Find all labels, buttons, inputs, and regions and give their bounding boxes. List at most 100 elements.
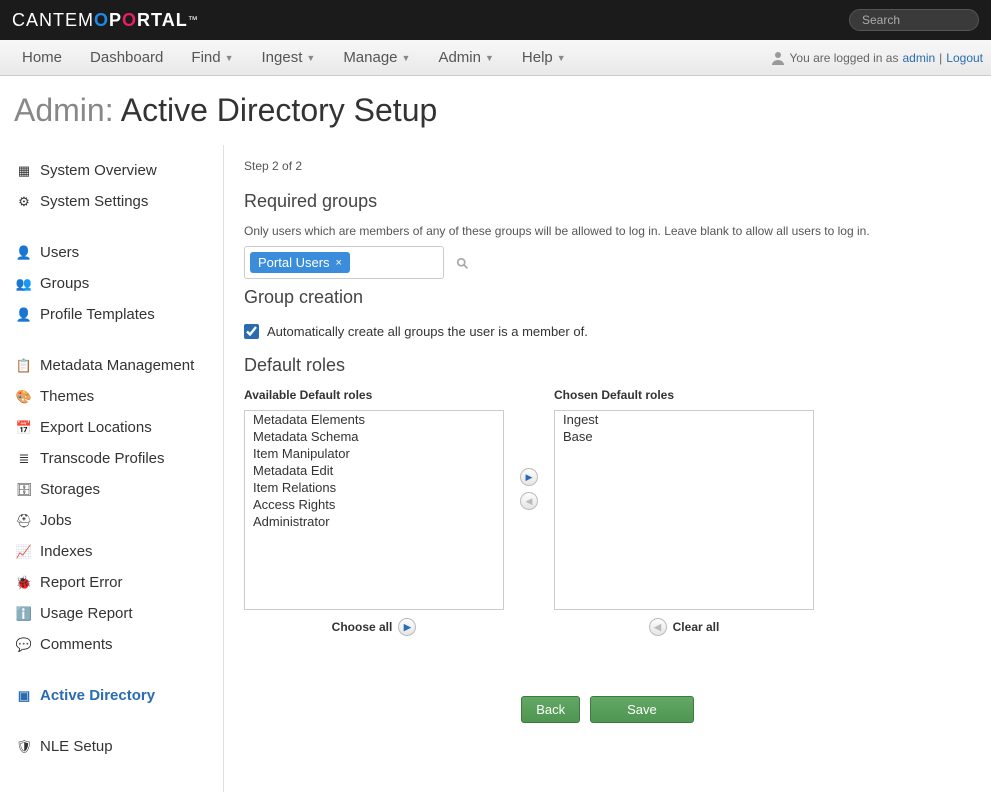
sidebar-item-label: Themes — [40, 388, 94, 405]
sidebar-item-label: System Settings — [40, 193, 148, 210]
sidebar-item-system-settings[interactable]: ⚙ System Settings — [0, 186, 223, 217]
stack-icon: ≣ — [16, 451, 32, 467]
list-item[interactable]: Metadata Schema — [245, 428, 503, 445]
topbar: CANTEMOPORTAL™ — [0, 0, 991, 40]
sidebar-item-indexes[interactable]: 📈 Indexes — [0, 536, 223, 567]
sidebar-item-label: Comments — [40, 636, 113, 653]
nav-item-dashboard[interactable]: Dashboard — [76, 41, 177, 74]
sidebar-item-label: Groups — [40, 275, 89, 292]
available-roles-listbox[interactable]: Metadata ElementsMetadata SchemaItem Man… — [244, 410, 504, 610]
list-icon: 📋 — [16, 358, 32, 374]
list-item[interactable]: Access Rights — [245, 496, 503, 513]
list-item[interactable]: Item Manipulator — [245, 445, 503, 462]
chevron-down-icon: ▼ — [557, 53, 566, 63]
choose-all-link[interactable]: Choose all — [332, 620, 393, 634]
profile-icon: 👤 — [16, 307, 32, 323]
move-left-button[interactable]: ◀ — [520, 492, 538, 510]
sidebar-item-metadata-management[interactable]: 📋Metadata Management — [0, 350, 223, 381]
nav-item-ingest[interactable]: Ingest▼ — [248, 41, 330, 74]
clear-all-link[interactable]: Clear all — [673, 620, 720, 634]
back-button[interactable]: Back — [521, 696, 580, 723]
sidebar-item-label: Usage Report — [40, 605, 133, 622]
search-icon[interactable] — [456, 257, 470, 271]
step-indicator: Step 2 of 2 — [244, 159, 971, 173]
chosen-roles-listbox[interactable]: IngestBase — [554, 410, 814, 610]
login-prefix: You are logged in as — [790, 51, 899, 65]
sidebar-item-storages[interactable]: 🗄Storages — [0, 474, 223, 505]
nav-item-find[interactable]: Find▼ — [177, 41, 247, 74]
chevron-down-icon: ▼ — [306, 53, 315, 63]
gear-icon: ⚙ — [16, 194, 32, 210]
list-item[interactable]: Metadata Edit — [245, 462, 503, 479]
sidebar-item-usage-report[interactable]: ℹ️ Usage Report — [0, 598, 223, 629]
clear-all-icon[interactable]: ◀ — [649, 618, 667, 636]
sidebar-item-export-locations[interactable]: 📅Export Locations — [0, 412, 223, 443]
auto-create-checkbox[interactable] — [244, 324, 259, 339]
default-roles-heading: Default roles — [244, 355, 971, 376]
sidebar-item-transcode-profiles[interactable]: ≣ Transcode Profiles — [0, 443, 223, 474]
list-item[interactable]: Base — [555, 428, 813, 445]
dual-list: Available Default roles Metadata Element… — [244, 388, 971, 636]
sidebar-item-label: System Overview — [40, 162, 157, 179]
sidebar-item-label: Profile Templates — [40, 306, 155, 323]
nav-item-home[interactable]: Home — [8, 41, 76, 74]
title-admin: Admin — [14, 92, 105, 128]
tag-remove-icon[interactable]: × — [336, 257, 342, 269]
sidebar-item-themes[interactable]: 🎨Themes — [0, 381, 223, 412]
sidebar-item-active-directory[interactable]: ▣Active Directory — [0, 680, 223, 711]
sidebar-item-label: Export Locations — [40, 419, 152, 436]
list-item[interactable]: Ingest — [555, 411, 813, 428]
sidebar-item-label: Indexes — [40, 543, 93, 560]
sidebar-item-groups[interactable]: 👥 Groups — [0, 268, 223, 299]
sidebar-item-jobs[interactable]: ⛑Jobs — [0, 505, 223, 536]
page-title: Admin: Active Directory Setup — [0, 76, 991, 145]
title-sep: : — [105, 92, 121, 128]
sidebar-item-label: Jobs — [40, 512, 72, 529]
grid-icon: ▦ — [16, 163, 32, 179]
sidebar-item-profile-templates[interactable]: 👤 Profile Templates — [0, 299, 223, 330]
comment-icon: 💬 — [16, 637, 32, 653]
search-input[interactable] — [849, 9, 979, 31]
info-icon: ℹ️ — [16, 606, 32, 622]
nav-item-help[interactable]: Help▼ — [508, 41, 580, 74]
chart-icon: 📈 — [16, 544, 32, 560]
sidebar-item-label: Transcode Profiles — [40, 450, 165, 467]
sidebar-item-comments[interactable]: 💬 Comments — [0, 629, 223, 660]
required-groups-heading: Required groups — [244, 191, 971, 212]
users-icon: 👥 — [16, 276, 32, 292]
sidebar-item-label: NLE Setup — [40, 738, 113, 755]
user-icon: 👤 — [16, 245, 32, 261]
auto-create-label[interactable]: Automatically create all groups the user… — [267, 324, 588, 339]
group-tag-label: Portal Users — [258, 255, 330, 270]
move-right-button[interactable]: ▶ — [520, 468, 538, 486]
required-groups-input[interactable]: Portal Users × — [244, 246, 444, 279]
chosen-label: Chosen Default roles — [554, 388, 814, 402]
save-button[interactable]: Save — [590, 696, 694, 723]
shield-icon: 🛡 — [16, 739, 32, 755]
chevron-down-icon: ▼ — [402, 53, 411, 63]
sidebar-item-nle-setup[interactable]: 🛡 NLE Setup — [0, 731, 223, 762]
chevron-down-icon: ▼ — [485, 53, 494, 63]
sidebar-item-report-error[interactable]: 🐞Report Error — [0, 567, 223, 598]
list-item[interactable]: Item Relations — [245, 479, 503, 496]
nav-right: You are logged in as admin | Logout — [770, 50, 984, 66]
user-icon — [770, 50, 786, 66]
nav-left: HomeDashboardFind▼Ingest▼Manage▼Admin▼He… — [8, 41, 580, 74]
nav-item-admin[interactable]: Admin▼ — [424, 41, 507, 74]
available-label: Available Default roles — [244, 388, 504, 402]
logo[interactable]: CANTEMOPORTAL™ — [12, 10, 199, 31]
main-content: Step 2 of 2 Required groups Only users w… — [224, 145, 991, 792]
sidebar-item-users[interactable]: 👤 Users — [0, 237, 223, 268]
list-item[interactable]: Administrator — [245, 513, 503, 530]
db-icon: 🗄 — [16, 482, 32, 498]
nav-item-manage[interactable]: Manage▼ — [329, 41, 424, 74]
username-link[interactable]: admin — [902, 51, 935, 65]
choose-all-icon[interactable]: ▶ — [398, 618, 416, 636]
chevron-down-icon: ▼ — [225, 53, 234, 63]
sidebar-item-system-overview[interactable]: ▦ System Overview — [0, 155, 223, 186]
list-item[interactable]: Metadata Elements — [245, 411, 503, 428]
sidebar-item-label: Users — [40, 244, 79, 261]
logout-link[interactable]: Logout — [946, 51, 983, 65]
group-tag: Portal Users × — [250, 252, 350, 273]
title-page: Active Directory Setup — [121, 92, 438, 128]
